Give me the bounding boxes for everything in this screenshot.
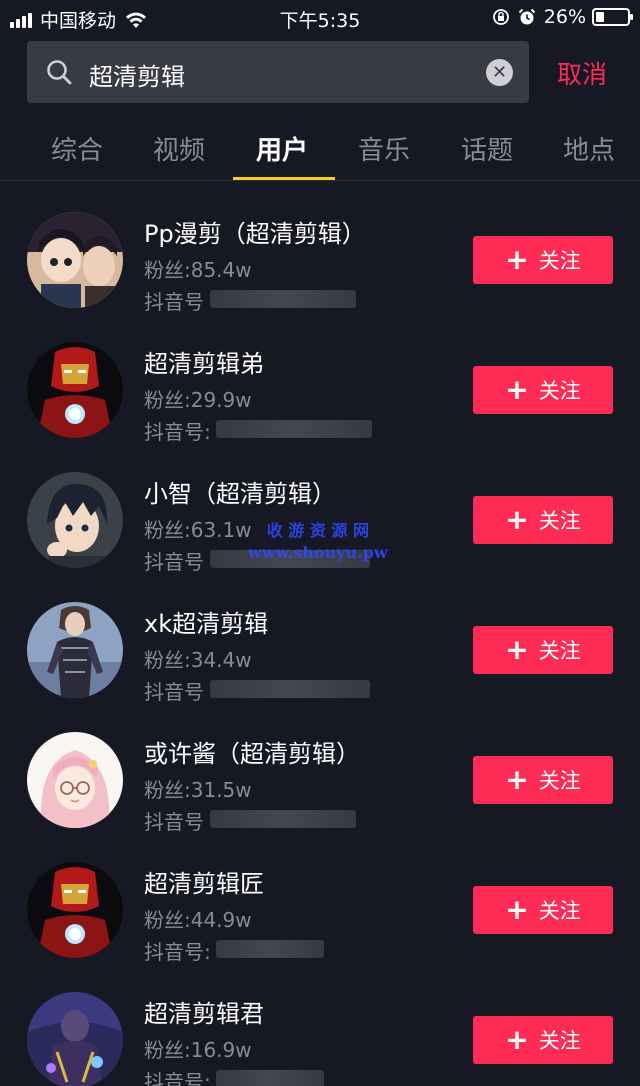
- blurred-id: [210, 810, 356, 828]
- douyin-id-label: 抖音号:: [144, 420, 211, 444]
- tab-users[interactable]: 用户: [256, 130, 308, 167]
- avatar[interactable]: [27, 602, 123, 698]
- avatar[interactable]: [27, 212, 123, 308]
- follow-label: 关注: [538, 639, 581, 663]
- avatar[interactable]: [27, 732, 123, 828]
- list-item[interactable]: 超清剪辑弟 粉丝:29.9w 抖音号: + 关注: [0, 336, 640, 466]
- follow-label: 关注: [538, 379, 581, 403]
- douyin-id-label: 抖音号: [144, 550, 204, 574]
- follow-button[interactable]: + 关注: [473, 1016, 613, 1064]
- list-item[interactable]: 超清剪辑君 粉丝:16.9w 抖音号: + 关注: [0, 986, 640, 1086]
- follow-button[interactable]: + 关注: [473, 496, 613, 544]
- status-right: 26%: [484, 6, 633, 28]
- avatar[interactable]: [27, 472, 123, 568]
- plus-icon: +: [505, 373, 529, 406]
- plus-icon: +: [505, 633, 529, 666]
- follow-button[interactable]: + 关注: [473, 366, 613, 414]
- clear-search-icon[interactable]: ✕: [486, 59, 513, 86]
- fans-count: 粉丝:29.9w: [144, 388, 252, 412]
- follow-button[interactable]: + 关注: [473, 626, 613, 674]
- fans-count: 粉丝:63.1w: [144, 518, 252, 542]
- douyin-id-label: 抖音号:: [144, 1070, 211, 1086]
- alarm-icon: [518, 8, 535, 25]
- avatar[interactable]: [27, 992, 123, 1086]
- blurred-id: [210, 290, 356, 308]
- anime-boy-icon: [27, 472, 123, 568]
- pink-anime-girl-icon: [27, 732, 123, 828]
- fans-count: 粉丝:85.4w: [144, 258, 252, 282]
- fans-count: 粉丝:31.5w: [144, 778, 252, 802]
- tab-topics[interactable]: 话题: [461, 130, 513, 167]
- list-item[interactable]: 超清剪辑匠 粉丝:44.9w 抖音号: + 关注: [0, 856, 640, 986]
- blurred-id: [216, 420, 372, 438]
- rotation-lock-icon: [492, 9, 509, 25]
- search-input[interactable]: 超清剪辑 ✕: [27, 41, 529, 103]
- search-query: 超清剪辑: [89, 63, 185, 91]
- follow-button[interactable]: + 关注: [473, 886, 613, 934]
- avatar[interactable]: [27, 862, 123, 958]
- watermark-line1: 收 游 资 源 网: [266, 521, 369, 540]
- watermark: 收 游 资 源 网 www.shouyu.pw: [248, 520, 388, 564]
- plus-icon: +: [505, 243, 529, 276]
- list-item[interactable]: 或许酱（超清剪辑） 粉丝:31.5w 抖音号 + 关注: [0, 726, 640, 856]
- tab-videos[interactable]: 视频: [153, 130, 205, 167]
- tab-comprehensive[interactable]: 综合: [51, 130, 103, 167]
- plus-icon: +: [505, 1023, 529, 1056]
- blurred-id: [216, 940, 324, 958]
- douyin-id-label: 抖音号: [144, 810, 204, 834]
- follow-button[interactable]: + 关注: [473, 756, 613, 804]
- superhero-villain-icon: [27, 992, 123, 1086]
- blurred-id: [210, 680, 370, 698]
- iron-man-icon: [27, 342, 123, 438]
- follow-label: 关注: [538, 769, 581, 793]
- douyin-id-label: 抖音号: [144, 290, 204, 314]
- watermark-line2: www.shouyu.pw: [248, 543, 388, 562]
- user-name[interactable]: Pp漫剪（超清剪辑）: [144, 214, 366, 249]
- fans-count: 粉丝:34.4w: [144, 648, 252, 672]
- iron-man-icon: [27, 862, 123, 958]
- follow-label: 关注: [538, 899, 581, 923]
- douyin-id-label: 抖音号:: [144, 940, 211, 964]
- follow-label: 关注: [538, 249, 581, 273]
- blurred-id: [216, 1070, 324, 1086]
- cancel-button[interactable]: 取消: [557, 55, 607, 91]
- avatar[interactable]: [27, 342, 123, 438]
- tab-bar: 综合 视频 用户 音乐 话题 地点: [0, 120, 640, 182]
- user-name[interactable]: 超清剪辑匠: [144, 864, 264, 899]
- user-name[interactable]: 超清剪辑弟: [144, 344, 264, 379]
- battery-icon: [592, 8, 633, 26]
- user-name[interactable]: 超清剪辑君: [144, 994, 264, 1029]
- fans-count: 粉丝:44.9w: [144, 908, 252, 932]
- plus-icon: +: [505, 893, 529, 926]
- status-bar: 中国移动 下午5:35 26%: [0, 0, 640, 36]
- douyin-id-label: 抖音号: [144, 680, 204, 704]
- user-name[interactable]: xk超清剪辑: [144, 604, 268, 639]
- plus-icon: +: [505, 503, 529, 536]
- battery-percent: 26%: [543, 6, 586, 28]
- follow-label: 关注: [538, 1029, 581, 1053]
- list-item[interactable]: xk超清剪辑 粉丝:34.4w 抖音号 + 关注: [0, 596, 640, 726]
- tab-places[interactable]: 地点: [563, 130, 615, 167]
- divider: [0, 180, 640, 181]
- user-name[interactable]: 或许酱（超清剪辑）: [144, 734, 360, 769]
- follow-label: 关注: [538, 509, 581, 533]
- list-item[interactable]: Pp漫剪（超清剪辑） 粉丝:85.4w 抖音号 + 关注: [0, 206, 640, 336]
- fans-count: 粉丝:16.9w: [144, 1038, 252, 1062]
- plus-icon: +: [505, 763, 529, 796]
- user-name[interactable]: 小智（超清剪辑）: [144, 474, 336, 509]
- follow-button[interactable]: + 关注: [473, 236, 613, 284]
- tab-music[interactable]: 音乐: [358, 130, 410, 167]
- search-icon: [47, 60, 72, 85]
- cyborg-girl-icon: [27, 602, 123, 698]
- anime-couple-icon: [27, 212, 123, 308]
